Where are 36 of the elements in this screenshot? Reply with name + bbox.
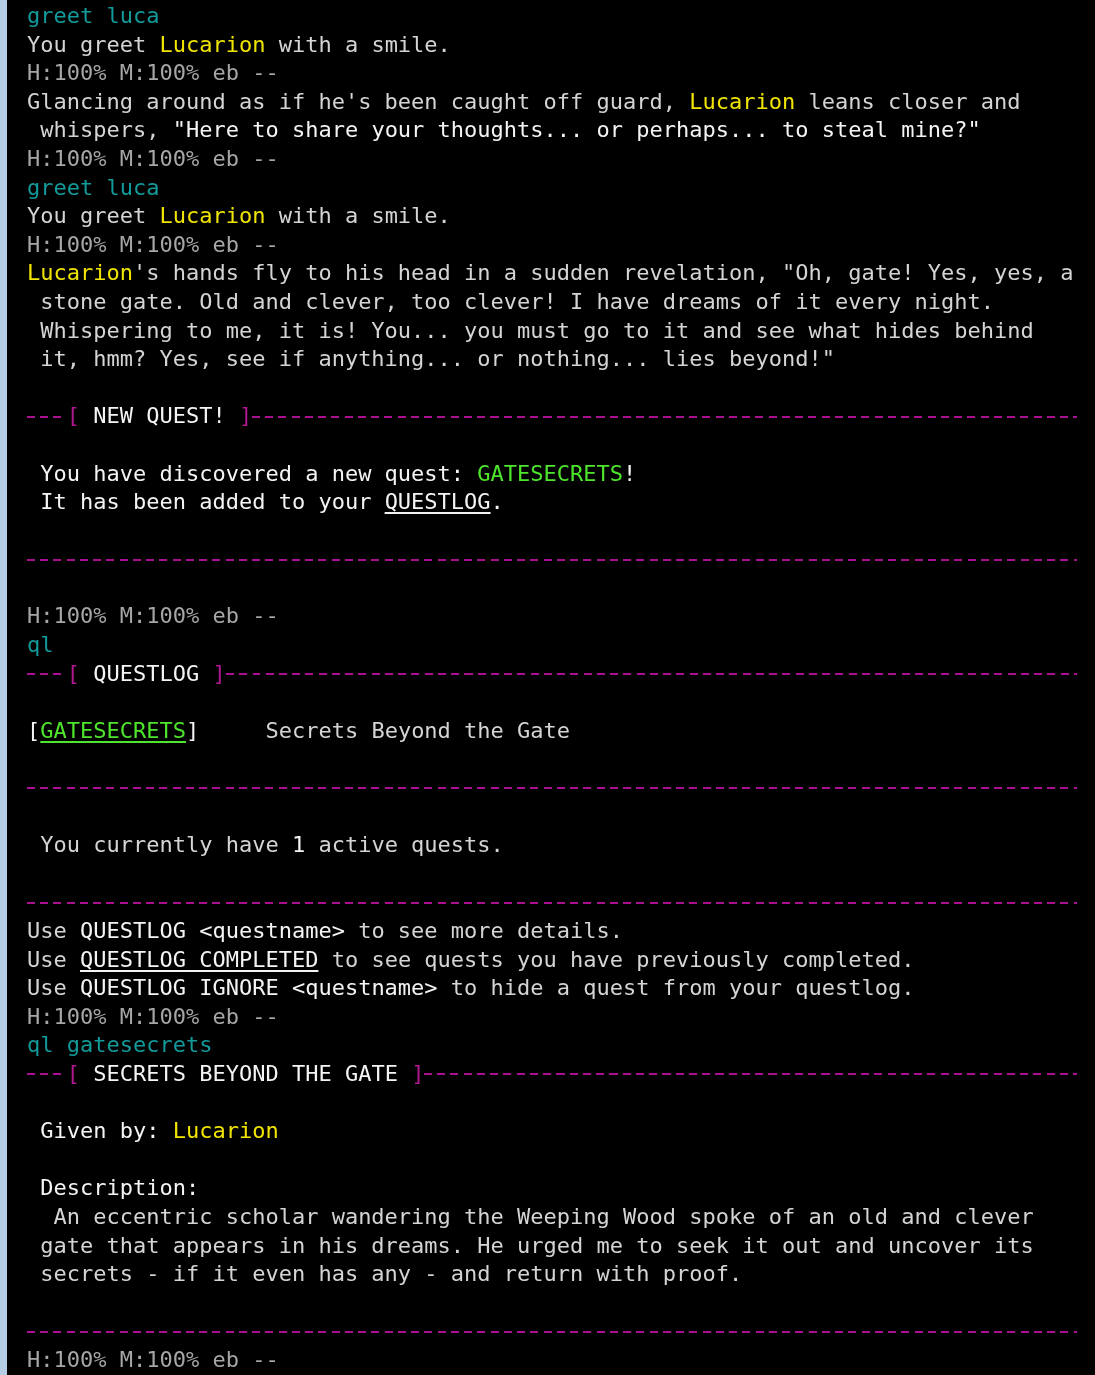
status-prompt: H:100% M:100% eb -- [27,145,279,171]
status-prompt: H:100% M:100% eb -- [27,1003,279,1029]
output-line: Given by: Lucarion [39,1118,279,1144]
questlog-link[interactable]: QUESTLOG COMPLETED [80,946,319,972]
output-line: It has been added to your QUESTLOG. [39,489,504,515]
section-header: [ QUESTLOG ] [66,659,226,688]
output-line: [GATESECRETS] Secrets Beyond the Gate [27,717,571,743]
status-prompt: H:100% M:100% eb -- [27,1346,279,1372]
command-echo: ql [27,632,54,658]
status-prompt: H:100% M:100% eb -- [27,231,279,257]
output-line: An eccentric scholar wandering the Weeping Wood spoke of an old and clever [52,1203,1034,1229]
status-prompt: H:100% M:100% eb -- [27,603,279,629]
output-line: Use QUESTLOG COMPLETED to see quests you have previously completed. [27,946,915,972]
output-line: Use QUESTLOG IGNORE <questname> to hide a quest from your questlog. [27,975,915,1001]
command-echo: ql gatesecrets [27,1032,213,1058]
command-echo: greet luca [27,3,160,28]
output-line: Description: [39,1175,200,1201]
output-line: Glancing around as if he's been caught off guard, Lucarion leans closer and [27,88,1021,114]
output-line: You greet Lucarion with a smile. [27,203,451,229]
output-line: it, hmm? Yes, see if anything... or nothing... lies beyond!" [39,346,835,372]
output-line: You greet Lucarion with a smile. [27,31,451,57]
questlog-link[interactable]: QUESTLOG [384,489,491,515]
quest-link[interactable]: GATESECRETS [40,717,186,743]
status-prompt: H:100% M:100% eb -- [27,60,279,86]
output-line: gate that appears in his dreams. He urged me to seek it out and uncover its [39,1232,1034,1258]
output-line: Use QUESTLOG <questname> to see more details. [27,918,624,943]
section-header: [ NEW QUEST! ] [66,402,253,431]
output-line: Whispering to me, it is! You... you must go to it and see what hides behind [39,317,1034,343]
output-line: You currently have 1 active quests. [39,832,504,858]
output-line: You have discovered a new quest: GATESECRETS! [39,460,637,486]
output-line: secrets - if it even has any - and return with proof. [39,1261,743,1287]
command-echo: greet luca [27,174,160,200]
section-header: [ SECRETS BEYOND THE GATE ] [66,1059,425,1088]
output-line: stone gate. Old and clever, too clever! I have dreams of it every night. [39,288,994,314]
output-line: Lucarion's hands fly to his head in a sudden revelation, "Oh, gate! Yes, yes, a [27,260,1074,286]
output-line: whispers, "Here to share your thoughts... or perhaps... to steal mine?" [39,117,981,143]
